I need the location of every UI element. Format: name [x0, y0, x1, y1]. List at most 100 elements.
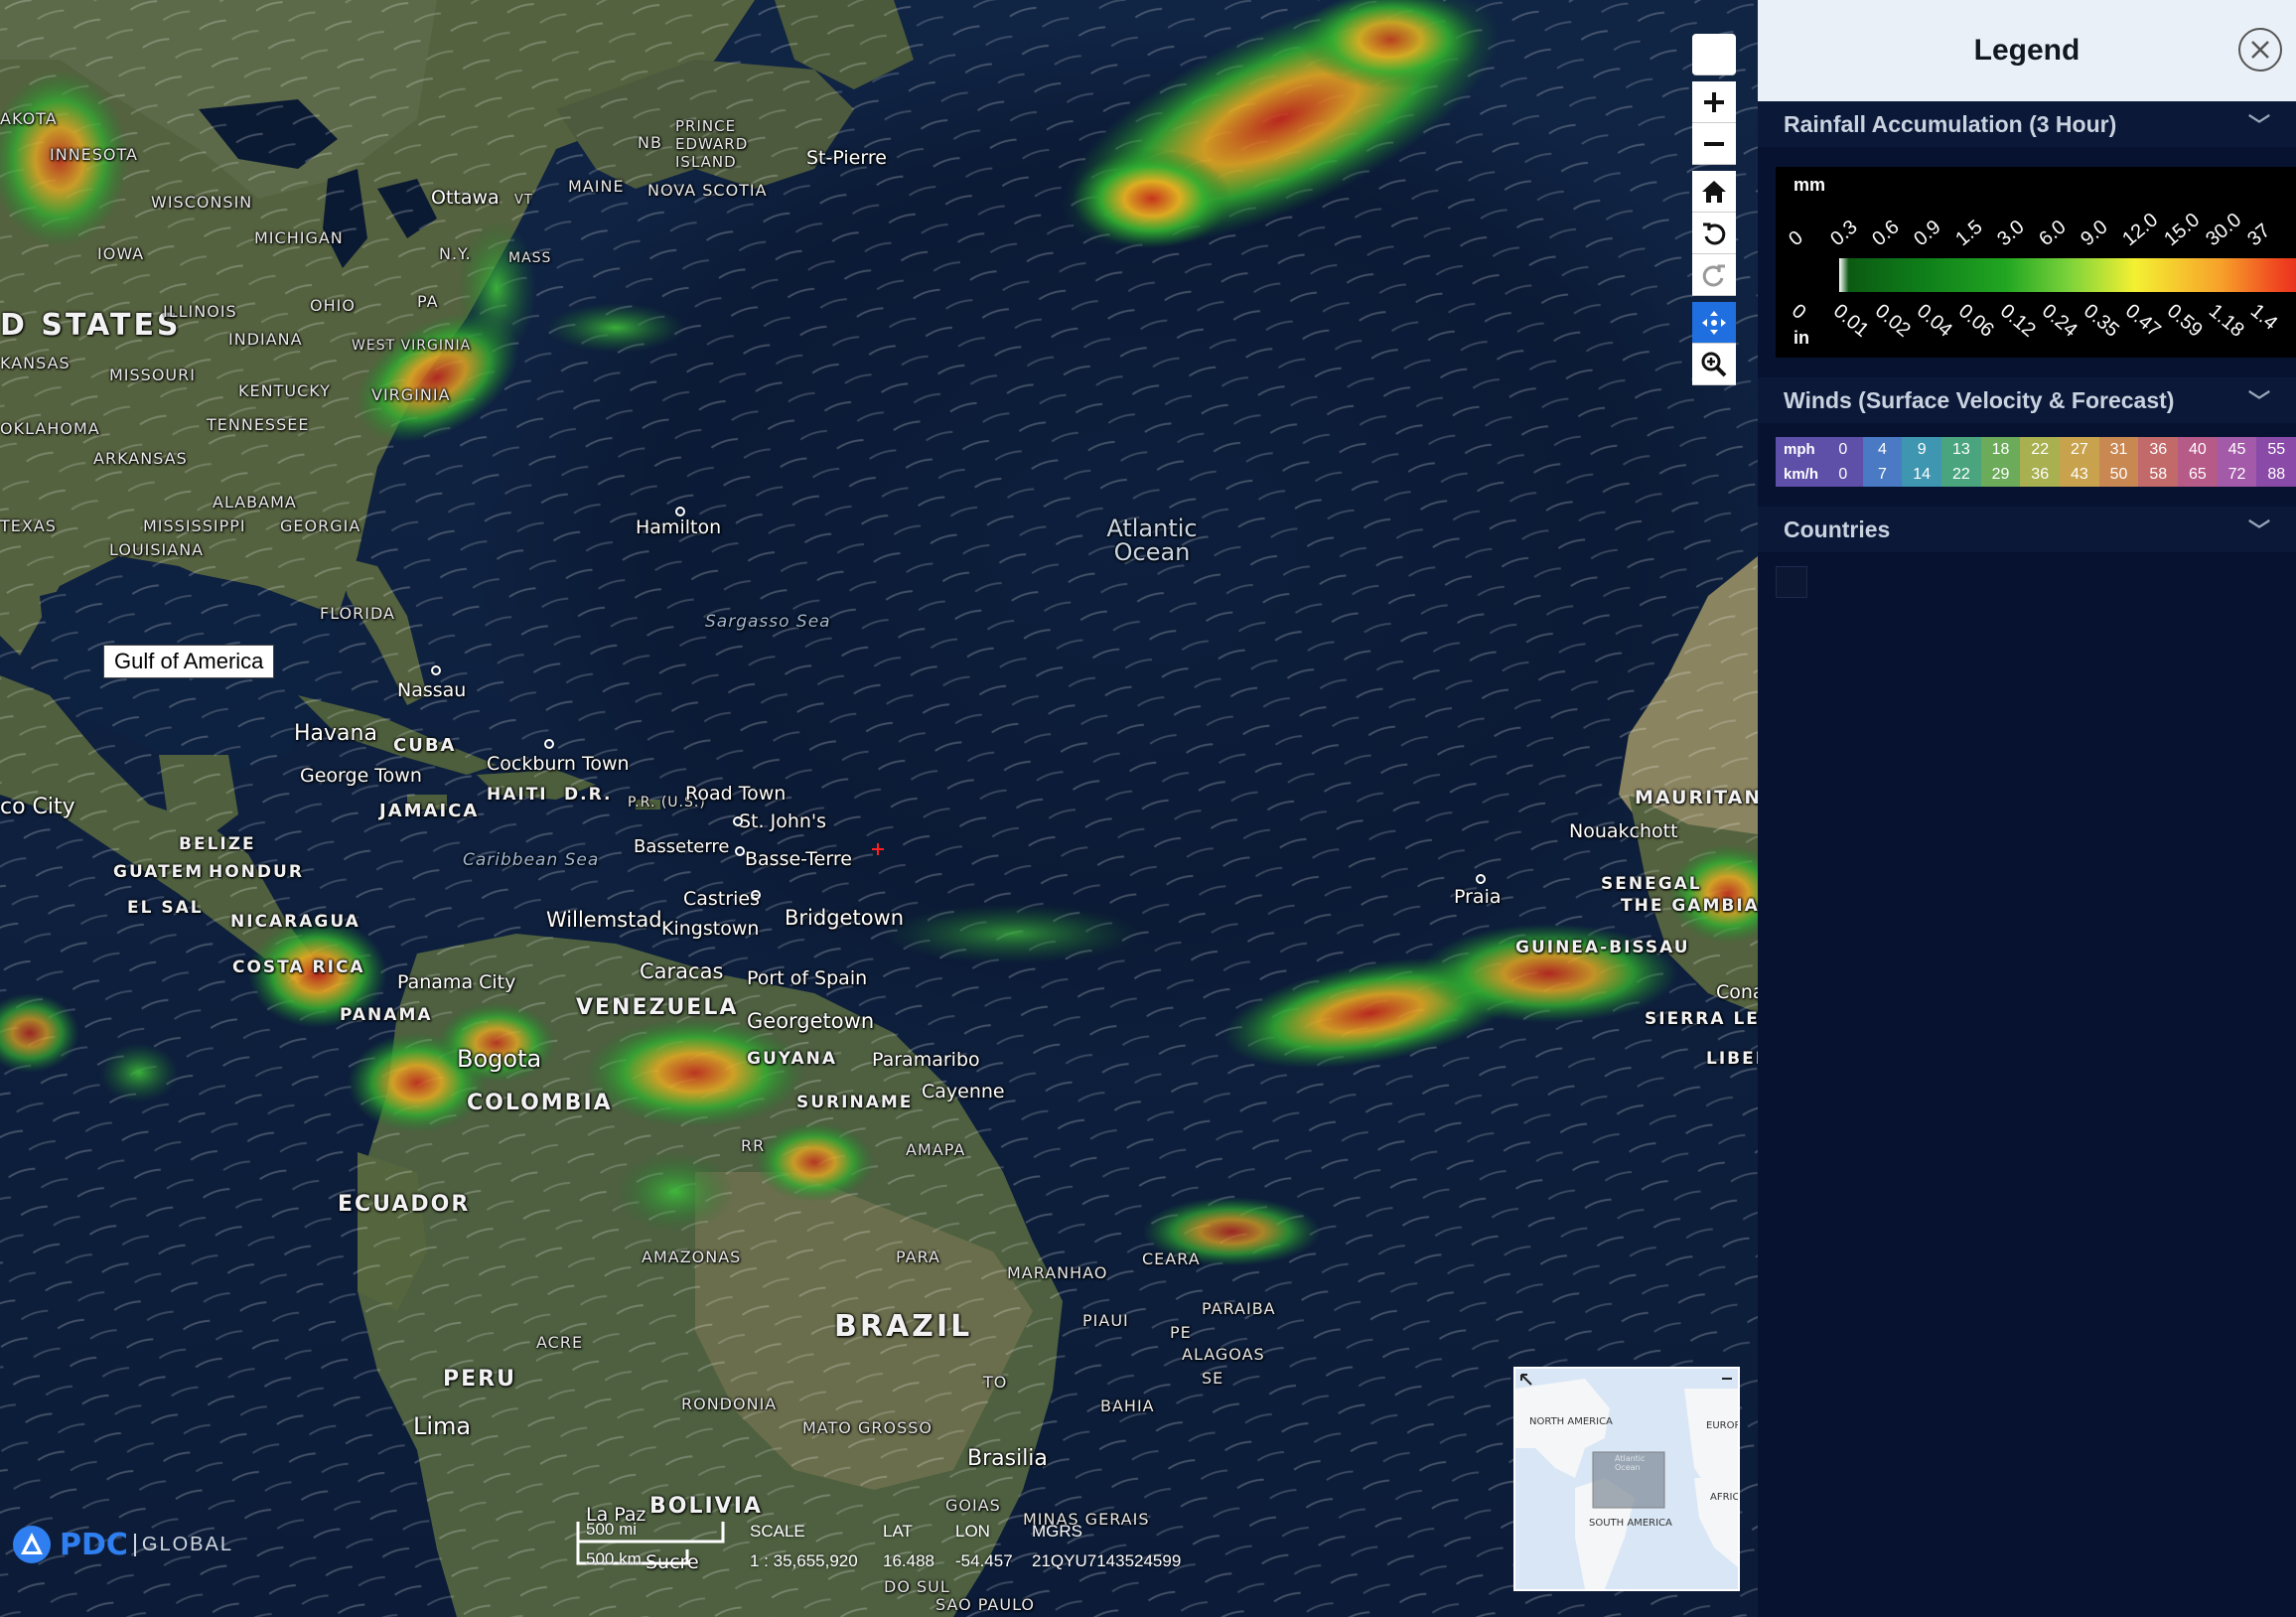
close-icon — [2251, 41, 2269, 59]
zoom-box-button[interactable] — [1692, 344, 1736, 385]
city-label: Bogota — [457, 1045, 542, 1073]
state-label: PA — [417, 292, 439, 311]
state-label: TO — [983, 1373, 1008, 1392]
winds-mph-value: 40 — [2188, 440, 2207, 458]
scale-mi-label: 500 mi — [586, 1520, 638, 1539]
scale-header: SCALE — [750, 1522, 805, 1541]
winds-kmh-value: 36 — [2031, 465, 2050, 483]
country-label: LIBER — [1706, 1049, 1758, 1069]
city-label: St-Pierre — [806, 147, 887, 169]
state-label: KENTUCKY — [238, 381, 331, 400]
winds-mph-unit: mph — [1784, 441, 1815, 458]
country-label: THE GAMBIA — [1621, 896, 1758, 916]
state-label: PARA — [896, 1248, 940, 1266]
winds-scale-cell: 31 50 — [2098, 437, 2139, 487]
city-label: Road Town — [685, 783, 787, 805]
rain-in-tick: 0.47 — [2120, 300, 2165, 342]
city-label: Kingstown — [661, 918, 760, 940]
state-label: MICHIGAN — [254, 228, 344, 247]
winds-kmh-value: 14 — [1913, 465, 1932, 483]
rain-in-tick: 0.12 — [1995, 300, 2040, 342]
map-controls — [1692, 34, 1736, 385]
winds-mph-value: 13 — [1951, 440, 1970, 458]
close-legend-button[interactable] — [2238, 28, 2282, 72]
country-label: PERU — [443, 1367, 516, 1392]
country-label: MAURITAN — [1635, 787, 1758, 808]
city-label: Havana — [294, 721, 377, 746]
rain-in-tick: 0.06 — [1953, 300, 1998, 342]
sea-label: Sargasso Sea — [705, 612, 831, 632]
rain-mm-tick: 6.0 — [2035, 216, 2071, 251]
city-label: Hamilton — [636, 516, 722, 538]
blank-control-button[interactable] — [1692, 34, 1736, 75]
map-canvas[interactable]: D STATES BRAZIL VENEZUELA COLOMBIA ECUAD… — [0, 0, 1758, 1617]
winds-mph-value: 36 — [2149, 440, 2168, 458]
rain-mm-tick: 12.0 — [2118, 209, 2163, 251]
winds-scale-cell: 47 — [1862, 437, 1903, 487]
country-label: HAITI — [487, 785, 548, 805]
winds-scale-cell: 18 29 — [1980, 437, 2021, 487]
rotate-left-button[interactable] — [1692, 213, 1736, 254]
overview-label: AFRIC — [1710, 1492, 1740, 1503]
city-marker — [1476, 874, 1486, 884]
state-label: WEST VIRGINIA — [352, 338, 472, 354]
winds-kmh-value: 50 — [2109, 465, 2128, 483]
winds-mph-value: 4 — [1878, 440, 1887, 458]
legend-panel: Legend Rainfall Accumulation (3 Hour) ﹀ … — [1758, 0, 2296, 1617]
rotate-left-icon — [1703, 222, 1726, 244]
zoom-out-button[interactable] — [1692, 123, 1736, 165]
state-label: LOUISIANA — [109, 540, 205, 559]
country-label: EL SAL — [127, 898, 204, 918]
state-label: PRINCE EDWARD ISLAND — [675, 117, 749, 171]
country-label: GUATEM — [113, 862, 205, 882]
city-label: Bridgetown — [785, 906, 905, 930]
winds-kmh-value: 22 — [1951, 465, 1970, 483]
winds-kmh-value: 0 — [1838, 465, 1848, 483]
city-label: Willemstad — [546, 908, 662, 932]
lon-value: -54.457 — [955, 1551, 1013, 1570]
home-button[interactable] — [1692, 171, 1736, 213]
rainfall-section-header[interactable]: Rainfall Accumulation (3 Hour) ﹀ — [1758, 101, 2296, 147]
city-label: St. John's — [739, 810, 827, 832]
rain-mm-tick: 0 — [1785, 226, 1807, 251]
pan-arrows-icon — [1702, 310, 1726, 335]
overview-label: EUROP — [1706, 1420, 1740, 1431]
state-label: SE — [1202, 1369, 1224, 1388]
state-label: INDIANA — [228, 330, 303, 349]
winds-scale-cell: 22 36 — [2020, 437, 2061, 487]
countries-section-title: Countries — [1784, 515, 1891, 542]
state-label: ILLINOIS — [163, 302, 237, 321]
winds-mph-value: 27 — [2070, 440, 2088, 458]
winds-section-header[interactable]: Winds (Surface Velocity & Forecast) ﹀ — [1758, 377, 2296, 423]
rain-mm-tick: 9.0 — [2077, 216, 2112, 251]
pan-tool-button[interactable] — [1692, 302, 1736, 344]
country-label: ECUADOR — [338, 1192, 471, 1217]
city-label: co City — [0, 795, 75, 819]
city-label: Brasilia — [967, 1446, 1048, 1471]
zoom-in-button[interactable] — [1692, 81, 1736, 123]
winds-kmh-unit: km/h — [1784, 466, 1819, 483]
pdc-triangle-icon — [13, 1526, 51, 1563]
rain-in-tick: 0.35 — [2079, 300, 2123, 342]
city-label: Basseterre — [634, 836, 730, 857]
country-label: GUINEA-BISSAU — [1515, 938, 1690, 957]
city-label: Georgetown — [747, 1009, 875, 1033]
overview-map[interactable]: NORTH AMERICA EUROP Atlantic Ocean AFRIC… — [1513, 1367, 1740, 1591]
country-label: SIERRA LEONE — [1645, 1009, 1758, 1029]
countries-section-header[interactable]: Countries ﹀ — [1758, 507, 2296, 552]
minus-icon — [1704, 141, 1724, 146]
rain-in-tick: 0.04 — [1912, 300, 1956, 342]
state-label: KANSAS — [0, 354, 71, 372]
gulf-label-tag: Gulf of America — [103, 645, 275, 678]
rainfall-gradient-bar — [1839, 258, 2296, 292]
winds-kmh-value: 72 — [2227, 465, 2246, 483]
winds-kmh-value: 88 — [2267, 465, 2286, 483]
state-label: ALABAMA — [213, 493, 297, 512]
state-label: VIRGINIA — [371, 385, 451, 404]
city-label: Cayenne — [922, 1081, 1005, 1102]
rain-mm-tick: 0.3 — [1826, 216, 1862, 251]
rotate-right-button[interactable] — [1692, 254, 1736, 296]
state-label: FLORIDA — [320, 604, 395, 623]
city-label: George Town — [300, 765, 422, 787]
rainfall-color-scale: mm in 0 0.3 0.6 0.9 1.5 3.0 6.0 9.0 12.0 15.0 30.0… — [1776, 167, 2296, 358]
